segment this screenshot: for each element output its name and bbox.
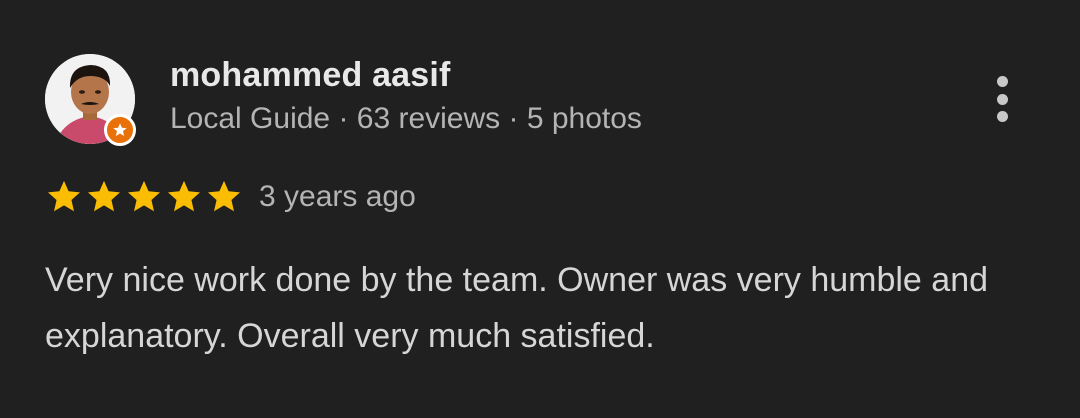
more-vert-icon-dot [996,93,1008,105]
reviewer-name[interactable]: mohammed aasif [170,56,451,95]
star-icon [168,180,200,212]
more-vert-icon-dot [996,111,1008,122]
review-card: mohammed aasif Local Guide · 63 reviews … [0,0,1080,418]
star-icon [128,180,160,212]
local-guide-badge-icon [104,114,136,146]
star-icon [88,180,120,212]
star-icon [48,180,80,212]
reviewer-meta[interactable]: Local Guide · 63 reviews · 5 photos [170,102,642,136]
star-icon [208,180,240,212]
review-text: Very nice work done by the team. Owner w… [45,261,989,355]
reviewer-avatar[interactable] [45,54,137,146]
more-options-button[interactable] [980,70,1024,128]
star-rating [45,178,243,216]
more-vert-icon [996,76,1008,87]
review-time: 3 years ago [259,180,416,213]
